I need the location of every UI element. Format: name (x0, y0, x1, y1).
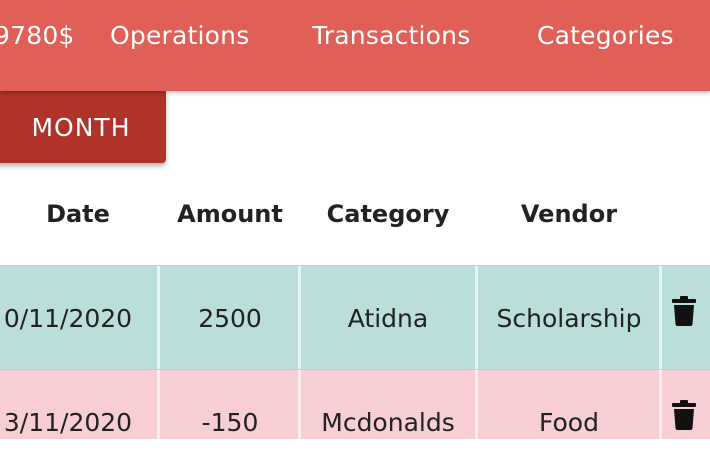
cell-amount: -150 (201, 407, 259, 437)
top-navbar: 9780$ Operations Transactions Categories (0, 0, 710, 91)
trash-icon[interactable] (671, 400, 697, 430)
header-category: Category (326, 200, 450, 228)
nav-operations-link[interactable]: Operations (110, 21, 249, 50)
balance-display: 9780$ (0, 21, 75, 50)
header-amount: Amount (177, 200, 283, 228)
cell-vendor: Scholarship (496, 303, 642, 333)
nav-categories-link[interactable]: Categories (537, 21, 674, 50)
trash-icon[interactable] (671, 296, 697, 326)
cell-amount: 2500 (198, 303, 262, 333)
nav-transactions-link[interactable]: Transactions (312, 21, 470, 50)
header-date: Date (46, 200, 110, 228)
table-row: 0/11/2020 2500 Atidna Scholarship (0, 265, 710, 369)
table-row: 3/11/2020 -150 Mcdonalds Food (0, 369, 710, 439)
cell-vendor: Food (539, 407, 599, 437)
cell-category: Atidna (347, 303, 429, 333)
cell-date: 0/11/2020 (3, 303, 133, 333)
cell-category: Mcdonalds (321, 407, 455, 437)
cell-date: 3/11/2020 (3, 407, 133, 437)
month-button[interactable]: MONTH (0, 91, 166, 163)
header-vendor: Vendor (520, 200, 618, 228)
